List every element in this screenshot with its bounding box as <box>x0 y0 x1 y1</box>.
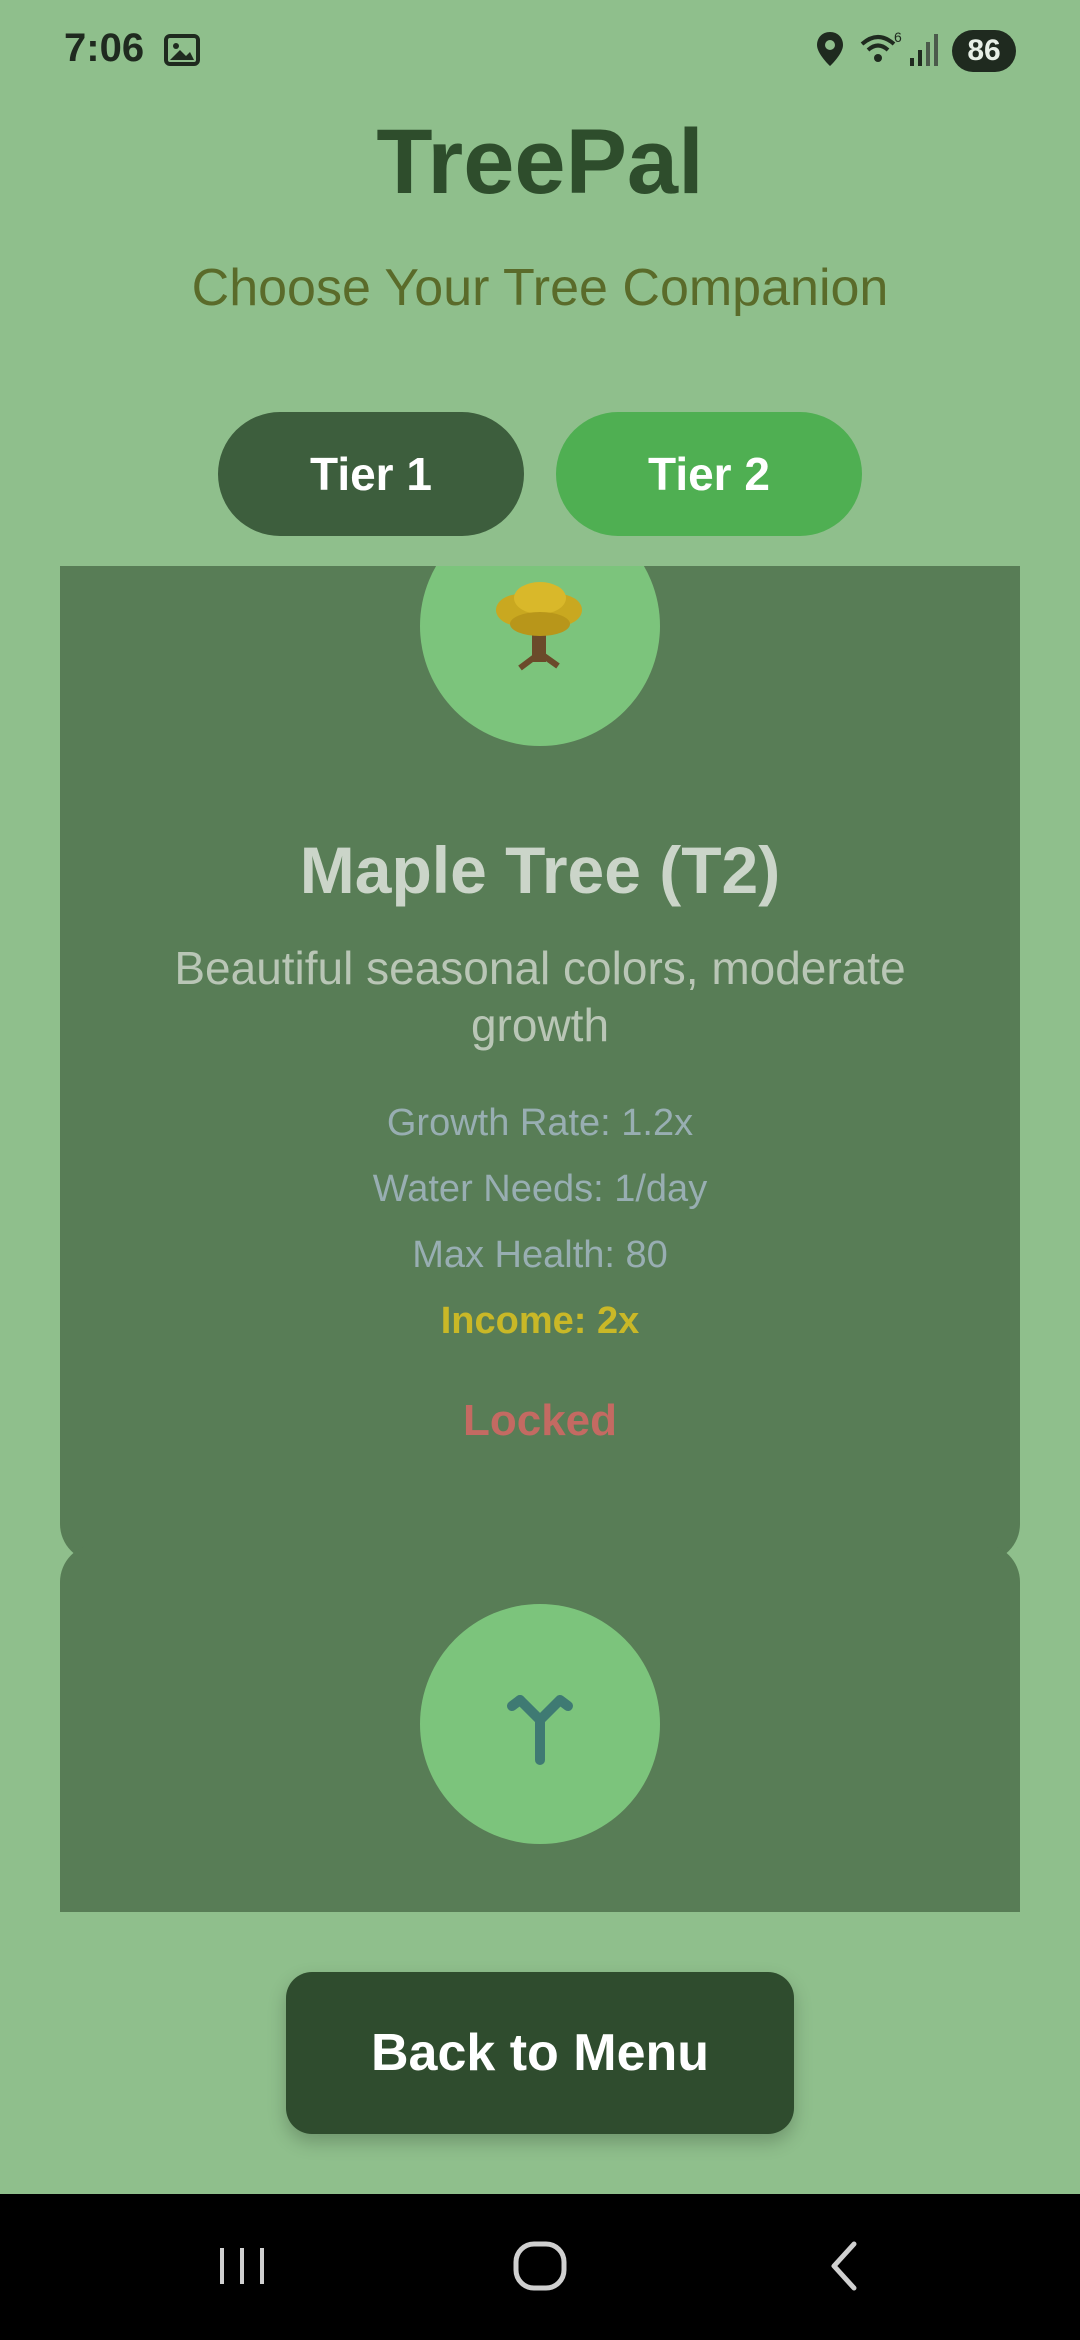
screenshot-icon <box>162 30 202 75</box>
tree-description: Beautiful seasonal colors, moderate grow… <box>174 942 906 1051</box>
tab-tier-2[interactable]: Tier 2 <box>556 412 862 536</box>
max-health-stat: Max Health: 80 <box>412 1234 668 1276</box>
status-bar: 7:06 6 86 <box>0 0 1080 100</box>
tree-avatar <box>420 1604 660 1844</box>
battery-icon: 86 <box>952 30 1016 72</box>
home-icon[interactable] <box>508 2236 572 2301</box>
system-nav-bar <box>0 2194 1080 2340</box>
tab-tier-1[interactable]: Tier 1 <box>218 412 524 536</box>
tree-card-maple[interactable]: Maple Tree (T2) Beautiful seasonal color… <box>60 566 1020 1562</box>
app-title: TreePal <box>376 111 704 213</box>
recent-apps-icon[interactable] <box>212 2236 272 2301</box>
page-subtitle: Choose Your Tree Companion <box>191 259 889 317</box>
sapling-tree-icon <box>507 1695 573 1765</box>
water-needs-stat: Water Needs: 1/day <box>372 1168 708 1210</box>
svg-text:6: 6 <box>894 30 902 45</box>
location-icon <box>812 30 848 75</box>
tree-name: Maple Tree (T2) <box>299 833 781 907</box>
signal-icon <box>908 30 942 75</box>
back-icon[interactable] <box>820 2236 870 2301</box>
growth-rate-stat: Growth Rate: 1.2x <box>386 1102 694 1144</box>
maple-tree-icon <box>496 582 582 671</box>
tree-avatar <box>420 566 660 746</box>
back-to-menu-button[interactable]: Back to Menu <box>286 1972 794 2134</box>
wifi-icon: 6 <box>858 29 902 75</box>
status-time: 7:06 <box>64 26 145 70</box>
tree-card-list[interactable]: Maple Tree (T2) Beautiful seasonal color… <box>60 566 1020 1912</box>
tree-card-2[interactable] <box>60 1544 1020 1912</box>
income-stat: Income: 2x <box>440 1300 640 1342</box>
locked-status: Locked <box>462 1396 618 1445</box>
